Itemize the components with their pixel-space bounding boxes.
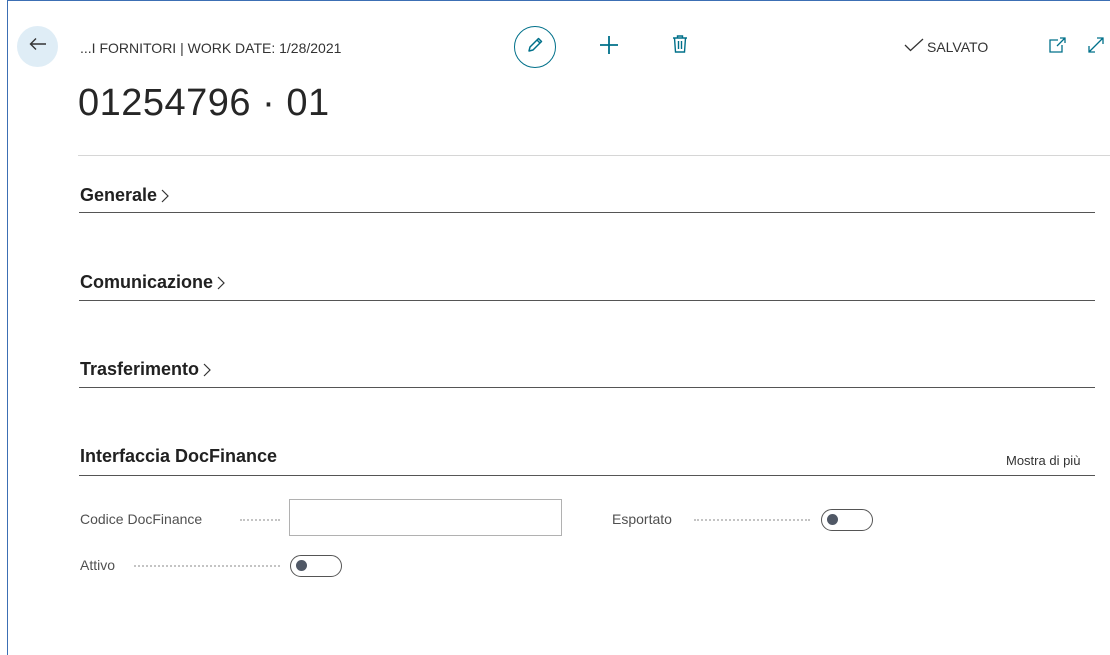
record-title: 01254796 · 01	[78, 82, 330, 124]
saved-label: SALVATO	[927, 38, 989, 55]
page-caption: ...I FORNITORI | WORK DATE: 1/28/2021	[80, 40, 342, 56]
back-button[interactable]	[17, 26, 58, 67]
field-leader-dots	[134, 565, 280, 567]
attivo-toggle[interactable]	[290, 555, 342, 577]
edit-button[interactable]	[514, 26, 556, 68]
chevron-right-icon	[202, 362, 212, 378]
checkmark-icon	[904, 38, 924, 55]
section-generale-label: Generale	[80, 185, 158, 205]
section-comunicazione-header[interactable]: Comunicazione	[80, 272, 226, 293]
new-button[interactable]	[596, 34, 622, 60]
chevron-right-icon	[160, 188, 170, 204]
window-frame-top	[7, 0, 1110, 1]
section-divider	[79, 387, 1095, 388]
toggle-knob	[296, 560, 307, 571]
field-leader-dots	[240, 519, 280, 521]
esportato-toggle[interactable]	[821, 509, 873, 531]
expand-icon	[1087, 36, 1105, 59]
chevron-right-icon	[216, 275, 226, 291]
section-generale-header[interactable]: Generale	[80, 185, 170, 206]
show-more-link[interactable]: Mostra di più	[1006, 453, 1080, 468]
plus-icon	[598, 34, 620, 61]
section-divider	[79, 300, 1095, 301]
back-arrow-icon	[29, 37, 47, 56]
section-divider	[79, 475, 1095, 476]
attivo-label: Attivo	[80, 557, 116, 573]
pencil-icon	[525, 35, 545, 60]
trash-icon	[671, 34, 689, 59]
field-leader-dots	[694, 519, 810, 521]
section-docfinance-label: Interfaccia DocFinance	[80, 446, 278, 466]
esportato-label: Esportato	[612, 511, 672, 527]
header-divider	[78, 155, 1110, 156]
codice-docfinance-input[interactable]	[289, 499, 562, 536]
open-new-window-button[interactable]	[1045, 35, 1069, 59]
section-docfinance-header[interactable]: Interfaccia DocFinance	[80, 446, 277, 467]
toggle-knob	[827, 514, 838, 525]
saved-status: SALVATO	[904, 38, 988, 55]
section-divider	[79, 212, 1095, 213]
delete-button[interactable]	[667, 33, 693, 59]
expand-button[interactable]	[1084, 35, 1108, 59]
section-comunicazione-label: Comunicazione	[80, 272, 214, 292]
open-new-window-icon	[1048, 36, 1066, 58]
section-trasferimento-label: Trasferimento	[80, 359, 200, 379]
section-trasferimento-header[interactable]: Trasferimento	[80, 359, 212, 380]
codice-docfinance-label: Codice DocFinance	[80, 511, 203, 527]
window-frame-left	[7, 0, 8, 655]
